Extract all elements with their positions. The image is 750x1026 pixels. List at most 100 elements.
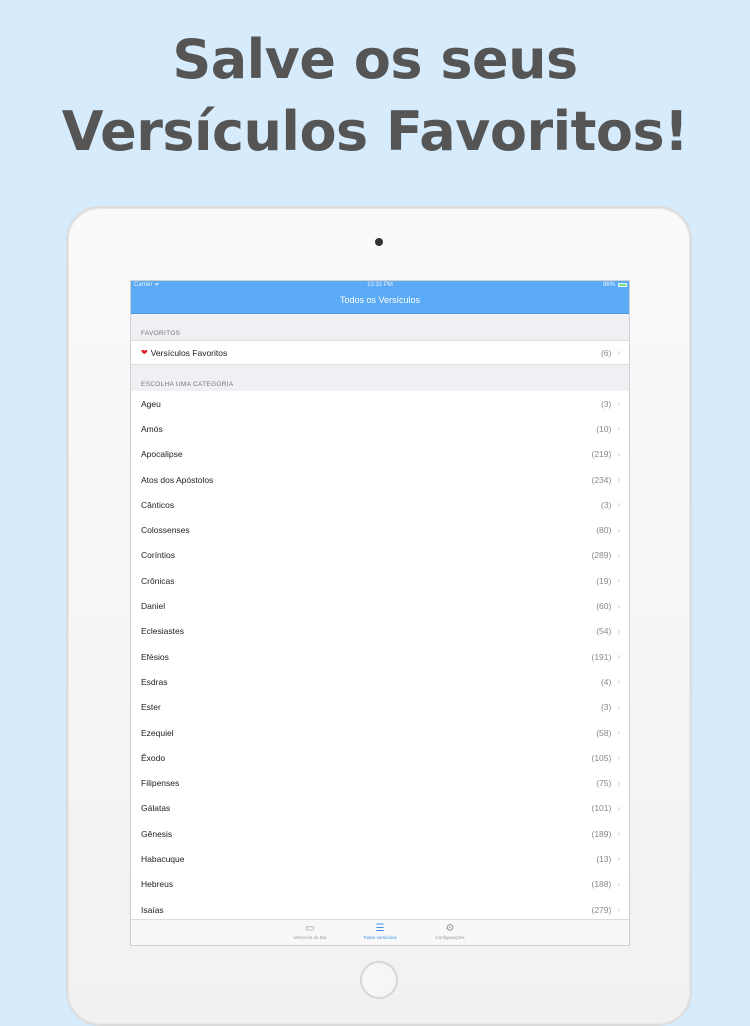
chevron-right-icon: › [617,525,620,535]
category-label: Gálatas [141,803,171,814]
category-row[interactable]: Isaías (279) › [131,896,629,915]
category-label: Colossenses [141,525,190,536]
category-row[interactable]: Cânticos (3) › [131,492,629,518]
headline: Salve os seus Versículos Favoritos! [0,24,750,168]
category-row[interactable]: Hebreus (188) › [131,871,629,897]
page-title: Todos os Versículos [339,295,421,305]
category-count: (13) [596,853,612,864]
tab-gear[interactable]: ⚙ Configurações [420,920,480,945]
category-count: (75) [596,778,612,789]
category-row[interactable]: Êxodo (105) › [131,745,629,771]
chevron-right-icon: › [617,728,620,737]
category-count: (219) [591,449,612,460]
category-row[interactable]: Ageu (3) › [131,391,629,417]
category-count: (19) [596,575,612,586]
category-row[interactable]: Amós (10) › [131,416,629,442]
chevron-right-icon: › [617,652,620,662]
category-label: Amós [141,423,163,434]
category-row[interactable]: Esdras (4) › [131,669,629,695]
chevron-right-icon: › [617,500,620,510]
category-label: Ester [141,702,161,713]
category-label: Filipenses [141,778,180,789]
tab-label: Todos versículos [363,935,397,940]
category-row[interactable]: Filipenses (75) › [131,770,629,796]
category-label: Ageu [141,398,161,409]
category-count: (60) [596,601,612,612]
category-label: Daniel [141,601,166,612]
category-label: Apocalipse [141,449,183,460]
category-row[interactable]: Efésios (191) › [131,643,629,670]
battery-icon [618,283,627,287]
category-count: (191) [591,651,612,662]
categories-section-header: ESCOLHA UMA CATEGORIA [131,365,629,391]
category-count: (4) [600,676,612,687]
tab-bar: ▭ Versículo do Dia ☰ Todos versículos ⚙ Confi… [131,919,629,945]
category-row[interactable]: Colossenses (80) › [131,517,629,543]
gear-icon: ⚙ [445,923,455,934]
book-icon: ▭ [305,923,315,934]
category-row[interactable]: Habacuque (13) › [131,846,629,872]
category-label: Habacuque [141,853,185,864]
category-label: Coríntios [141,550,176,561]
status-bar: Carrier ᯤ 10:32 PM 96% [131,281,629,290]
category-label: Ezequiel [141,727,174,738]
tab-label: Configurações [435,935,465,940]
category-label: Êxodo [141,752,166,763]
chevron-right-icon: › [617,399,620,409]
category-count: (105) [591,752,612,763]
heart-icon: ❤ [141,348,148,357]
chevron-right-icon: › [617,449,620,459]
tab-list[interactable]: ☰ Todos versículos [350,920,410,945]
favorites-label: Versículos Favoritos [150,347,228,358]
category-row[interactable]: Gálatas (101) › [131,795,629,822]
ipad-frame: Carrier ᯤ 10:32 PM 96% Todos os Versícul… [66,206,692,1026]
home-button[interactable] [360,961,398,999]
category-row[interactable]: Eclesiastes (54) › [131,618,629,644]
category-label: Cânticos [141,499,175,510]
category-label: Crônicas [141,575,175,586]
category-label: Efésios [141,651,169,662]
chevron-right-icon: › [617,424,620,434]
chevron-right-icon: › [617,854,620,864]
tab-label: Versículo do Dia [293,935,327,940]
tab-book[interactable]: ▭ Versículo do Dia [280,920,340,945]
chevron-right-icon: › [617,905,620,915]
category-row[interactable]: Ezequiel (58) › [131,719,629,746]
camera-icon [375,238,383,246]
category-row[interactable]: Apocalipse (219) › [131,441,629,467]
battery-percent: 96% [602,282,615,288]
category-count: (3) [600,702,612,713]
chevron-right-icon: › [617,626,620,636]
chevron-right-icon: › [617,753,620,763]
chevron-right-icon: › [617,576,620,586]
category-count: (3) [600,398,612,409]
category-count: (54) [596,626,612,637]
category-count: (279) [591,904,612,915]
chevron-right-icon: › [617,879,620,889]
category-row[interactable]: Daniel (60) › [131,593,629,619]
category-label: Hebreus [141,879,174,890]
status-time: 10:32 PM [367,282,393,288]
chevron-right-icon: › [617,803,620,813]
category-row[interactable]: Atos dos Apóstolos (234) › [131,466,629,493]
chevron-right-icon: › [617,778,620,788]
category-count: (101) [591,803,612,814]
app-screen: Carrier ᯤ 10:32 PM 96% Todos os Versícul… [130,280,630,946]
category-label: Gênesis [141,828,173,839]
category-label: Isaías [141,904,164,915]
category-row[interactable]: Crônicas (19) › [131,568,629,594]
category-label: Esdras [141,676,168,687]
favorites-row[interactable]: ❤ Versículos Favoritos (6) › [131,340,629,365]
category-label: Eclesiastes [141,626,184,637]
category-row[interactable]: Coríntios (289) › [131,542,629,569]
favorites-section-header: FAVORITOS [131,314,629,340]
category-list: Ageu (3) › Amós (10) › Apocalipse (219) › Atos do… [131,391,629,915]
category-count: (188) [591,879,612,890]
headline-line-1: Salve os seus [172,28,578,91]
chevron-right-icon: › [617,601,620,611]
category-row[interactable]: Gênesis (189) › [131,821,629,847]
chevron-right-icon: › [617,702,620,712]
category-count: (289) [591,550,612,561]
category-count: (80) [596,525,612,536]
category-row[interactable]: Ester (3) › [131,694,629,720]
